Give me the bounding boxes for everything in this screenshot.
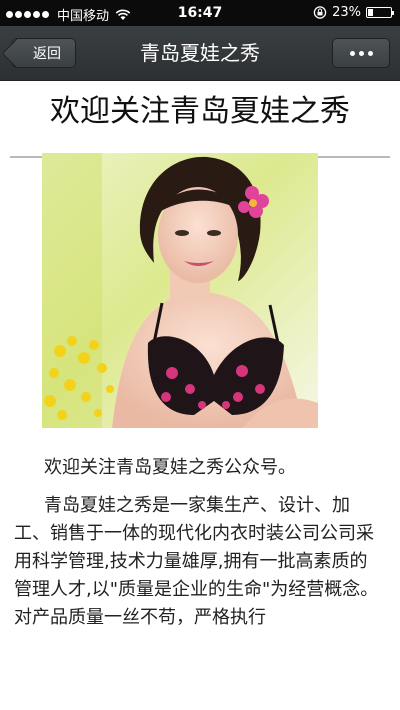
article: 欢迎关注青岛夏娃之秀 xyxy=(0,80,400,158)
more-button[interactable] xyxy=(332,38,390,68)
more-dots-icon xyxy=(349,50,373,56)
back-button-label: 返回 xyxy=(33,46,61,62)
paragraph-intro: 欢迎关注青岛夏娃之秀公众号。 xyxy=(44,457,296,478)
battery-percent: 23% xyxy=(332,5,361,20)
battery-icon xyxy=(366,7,394,18)
status-right: 23% xyxy=(313,5,394,20)
status-bar: 中国移动 16:47 23% xyxy=(0,0,400,26)
paragraph-description: 青岛夏娃之秀是一家集生产、设计、加工、销售于一体的现代化内衣时装公司公司采用科学… xyxy=(14,495,379,628)
article-heading: 欢迎关注青岛夏娃之秀 xyxy=(50,94,350,129)
nav-bar: 返回 青岛夏娃之秀 xyxy=(0,26,400,81)
back-button[interactable]: 返回 xyxy=(12,38,76,68)
rotation-lock-icon xyxy=(313,6,327,19)
article-photo xyxy=(42,153,318,428)
